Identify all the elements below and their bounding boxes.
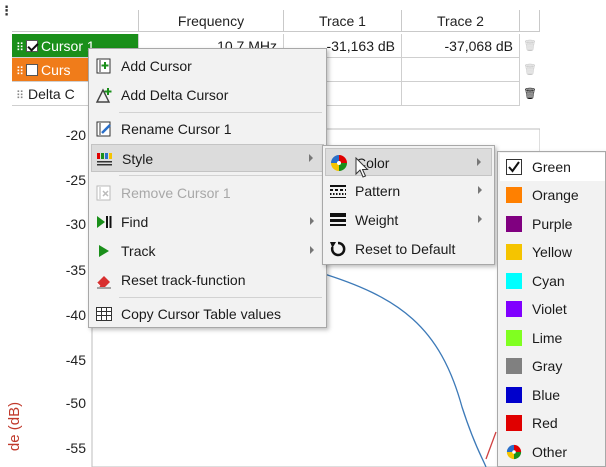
yellow-swatch-icon (506, 244, 522, 260)
menu-item-color[interactable]: Color (325, 148, 492, 176)
color-option-green[interactable]: Green (500, 153, 605, 181)
menu-item-track[interactable]: Track (91, 237, 324, 265)
color-option-lime[interactable]: Lime (500, 324, 605, 352)
color-option-purple[interactable]: Purple (500, 210, 605, 238)
delete-cursor-icon[interactable]: 🗑 (520, 34, 540, 58)
menu-separator (119, 297, 322, 298)
submenu-arrow-icon (478, 186, 482, 194)
cursor-trace2 (402, 82, 520, 106)
y-tick-label: -25 (65, 172, 86, 188)
cursor-name: Delta C (28, 86, 75, 102)
color-wheel-icon (506, 444, 522, 460)
row-grip-icon[interactable]: ⠿ (16, 36, 26, 60)
cyan-swatch-icon (506, 273, 522, 289)
color-option-orange[interactable]: Orange (500, 181, 605, 209)
table-header: Frequency Trace 1 Trace 2 (12, 10, 540, 32)
pattern-icon (330, 185, 346, 198)
y-tick-label: -35 (65, 262, 86, 278)
blue-swatch-icon (506, 387, 522, 403)
menu-item-add-cursor[interactable]: Add Cursor (91, 52, 324, 80)
delete-cursor-icon[interactable]: 🗑 (520, 58, 540, 82)
mouse-pointer-icon (355, 157, 369, 178)
menu-item-weight[interactable]: Weight (325, 206, 492, 234)
cursor-trace2 (402, 58, 520, 82)
submenu-arrow-icon (477, 158, 481, 166)
color-wheel-icon (331, 155, 347, 171)
menu-item-reset-default[interactable]: Reset to Default (325, 235, 492, 263)
color-option-red[interactable]: Red (500, 409, 605, 437)
add-delta-cursor-icon (95, 88, 112, 103)
purple-swatch-icon (506, 216, 522, 232)
color-option-other[interactable]: Other (500, 438, 605, 466)
header-name (12, 10, 139, 32)
violet-swatch-icon (506, 301, 522, 317)
color-submenu: Green Orange Purple Yellow Cyan Violet L… (497, 151, 606, 467)
checkmark-icon (506, 159, 522, 175)
drag-grip-icon[interactable]: ⋮ (0, 4, 13, 30)
weight-icon (330, 213, 346, 226)
cursor-visible-checkbox[interactable] (26, 64, 38, 76)
rename-icon (96, 121, 111, 137)
cursor-visible-checkbox[interactable] (26, 40, 38, 52)
menu-item-reset-track[interactable]: Reset track-function (91, 266, 324, 294)
submenu-arrow-icon (310, 246, 314, 254)
y-tick-label: -30 (65, 216, 86, 232)
header-trace2[interactable]: Trace 2 (402, 10, 520, 32)
y-tick-label: -45 (65, 352, 86, 368)
row-grip-icon[interactable]: ⠿ (16, 84, 28, 108)
submenu-arrow-icon (478, 215, 482, 223)
menu-item-find[interactable]: Find (91, 208, 324, 236)
menu-item-style[interactable]: Style (91, 144, 324, 172)
menu-item-pattern[interactable]: Pattern (325, 177, 492, 205)
menu-item-rename-cursor[interactable]: Rename Cursor 1 (91, 115, 324, 143)
y-tick-label: -50 (65, 395, 86, 411)
add-cursor-icon (96, 58, 111, 74)
lime-swatch-icon (506, 330, 522, 346)
remove-icon (96, 185, 111, 201)
y-axis-title: de (dB) (6, 401, 24, 452)
eraser-icon (96, 276, 111, 289)
style-icon (97, 153, 112, 166)
row-grip-icon[interactable]: ⠿ (16, 60, 26, 84)
color-option-gray[interactable]: Gray (500, 352, 605, 380)
color-option-yellow[interactable]: Yellow (500, 238, 605, 266)
track-icon (99, 245, 109, 257)
y-tick-label: -40 (65, 307, 86, 323)
menu-item-add-delta-cursor[interactable]: Add Delta Cursor (91, 81, 324, 109)
cursor-trace2: -37,068 dB (402, 34, 520, 58)
orange-swatch-icon (506, 187, 522, 203)
submenu-arrow-icon (309, 154, 313, 162)
delete-cursor-icon[interactable]: 🗑 (520, 82, 540, 106)
menu-item-remove-cursor: Remove Cursor 1 (91, 179, 324, 207)
red-swatch-icon (506, 415, 522, 431)
color-option-blue[interactable]: Blue (500, 381, 605, 409)
table-icon (96, 307, 112, 321)
menu-separator (119, 112, 322, 113)
find-icon (97, 216, 112, 228)
header-frequency[interactable]: Frequency (139, 10, 284, 32)
submenu-arrow-icon (310, 217, 314, 225)
reset-icon (330, 241, 346, 257)
menu-item-copy-table[interactable]: Copy Cursor Table values (91, 300, 324, 328)
header-actions (520, 10, 540, 32)
color-option-cyan[interactable]: Cyan (500, 267, 605, 295)
cursor-name: Cursor 1 (41, 38, 95, 54)
color-option-violet[interactable]: Violet (500, 295, 605, 323)
style-submenu: Color Pattern Weight Reset to Default (322, 145, 495, 265)
header-trace1[interactable]: Trace 1 (284, 10, 402, 32)
y-tick-label: -20 (65, 127, 86, 143)
menu-separator (119, 175, 322, 176)
cursor-context-menu: Add Cursor Add Delta Cursor Rename Curso… (88, 48, 327, 328)
y-tick-label: -55 (65, 440, 86, 456)
gray-swatch-icon (506, 358, 522, 374)
cursor-name: Curs (41, 62, 71, 78)
